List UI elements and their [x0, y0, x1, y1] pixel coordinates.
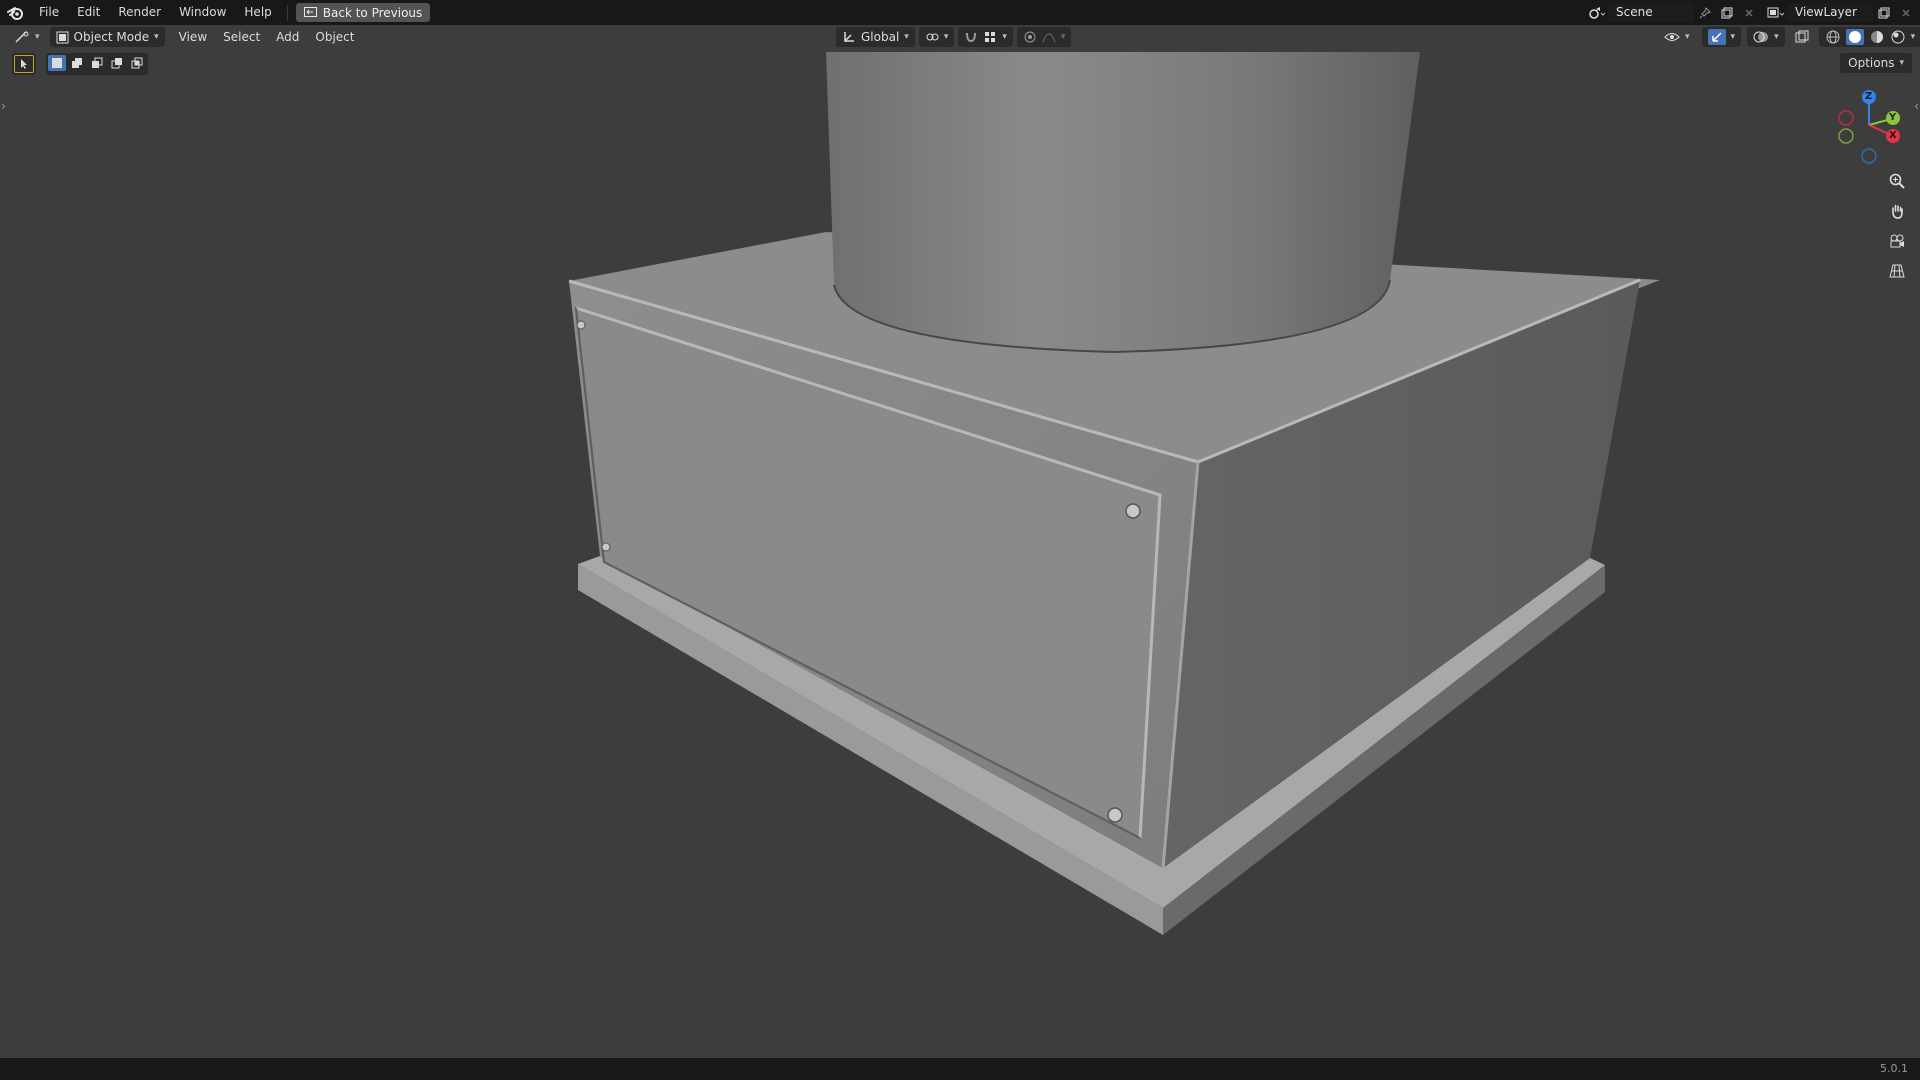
orientation-label: Global [861, 30, 900, 44]
gizmo-label-x: X [1889, 130, 1897, 141]
material-preview-icon[interactable] [1869, 29, 1885, 45]
rivet [601, 542, 611, 552]
tool-settings-row [12, 53, 148, 75]
menu-object[interactable]: Object [307, 27, 362, 47]
select-subtract-icon[interactable] [88, 55, 106, 71]
options-label: Options [1848, 56, 1895, 70]
xray-toggle-icon[interactable] [1791, 28, 1813, 47]
sidebar-expand-icon[interactable]: ‹ [1914, 99, 1919, 113]
mode-dropdown[interactable]: Object Mode ▾ [49, 27, 165, 47]
chevron-down-icon: ▾ [35, 32, 40, 42]
delete-scene-icon[interactable] [1738, 3, 1760, 22]
view-layer-selector: ViewLayer [1765, 2, 1917, 23]
pivot-icon [926, 33, 939, 41]
mode-label: Object Mode [73, 30, 150, 44]
top-menu-bar: File Edit Render Window Help Back to Pre… [0, 0, 1920, 25]
select-extend-icon[interactable] [68, 55, 86, 71]
delete-view-layer-icon[interactable] [1895, 3, 1917, 22]
menu-view[interactable]: View [171, 27, 215, 47]
scene-selector: Scene [1586, 2, 1760, 23]
editor-type-icon [15, 31, 29, 43]
separator [286, 4, 288, 21]
chevron-down-icon[interactable]: ▾ [1911, 32, 1916, 42]
back-to-previous-button[interactable]: Back to Previous [295, 3, 431, 22]
back-to-previous-label: Back to Previous [322, 5, 423, 20]
pin-icon[interactable] [1694, 3, 1716, 22]
select-new-icon[interactable] [48, 55, 66, 71]
version-label: 5.0.1 [1880, 1062, 1908, 1075]
menu-window[interactable]: Window [170, 0, 235, 25]
active-tool-box [12, 53, 36, 75]
visibility-dropdown[interactable]: ▾ [1658, 27, 1696, 47]
new-scene-icon[interactable] [1716, 3, 1738, 22]
menu-file[interactable]: File [30, 0, 68, 25]
solid-shading-icon[interactable] [1845, 29, 1864, 45]
transform-orientation-icon [844, 32, 854, 42]
chevron-down-icon: ▾ [154, 32, 159, 42]
proportional-editing-icon[interactable] [1023, 30, 1037, 44]
menu-render[interactable]: Render [109, 0, 170, 25]
new-view-layer-icon[interactable] [1873, 3, 1895, 22]
scene-name-field[interactable]: Scene [1608, 3, 1694, 22]
pivot-dropdown[interactable]: ▾ [918, 27, 955, 47]
perspective-toggle-icon[interactable] [1884, 258, 1910, 284]
chevron-down-icon: ▾ [1685, 32, 1690, 42]
blender-logo-icon[interactable] [0, 0, 30, 25]
snap-icon[interactable] [964, 30, 978, 44]
select-intersect-icon[interactable] [128, 55, 146, 71]
menu-help[interactable]: Help [235, 0, 280, 25]
wireframe-shading-icon[interactable] [1825, 29, 1841, 45]
select-invert-icon[interactable] [108, 55, 126, 71]
rivet [576, 320, 586, 330]
camera-view-icon[interactable] [1884, 228, 1910, 254]
chevron-down-icon: ▾ [904, 32, 909, 42]
status-bar: 5.0.1 [0, 1058, 1920, 1080]
viewport-3d[interactable] [0, 0, 1920, 1080]
view-layer-name-field[interactable]: ViewLayer [1787, 3, 1873, 22]
gizmo-toggle-group: ▾ [1701, 27, 1742, 47]
orientation-dropdown[interactable]: Global ▾ [836, 27, 915, 47]
chevron-down-icon[interactable]: ▾ [1002, 32, 1007, 42]
gizmo-label-z: Z [1865, 91, 1873, 102]
rendered-shading-icon[interactable] [1890, 29, 1906, 45]
snap-increment-icon[interactable] [983, 30, 997, 44]
shading-mode-group: ▾ [1818, 27, 1920, 47]
overlays-icon[interactable] [1753, 30, 1769, 44]
options-dropdown[interactable]: Options ▾ [1840, 53, 1912, 73]
transform-tools: Global ▾ ▾ ▾ ▾ [836, 27, 1072, 47]
select-tool-icon[interactable] [14, 55, 34, 73]
selection-mode-group [46, 53, 148, 75]
rivet [1125, 503, 1141, 519]
scene-browse-icon[interactable] [1586, 3, 1608, 22]
chevron-down-icon[interactable]: ▾ [1774, 32, 1779, 42]
zoom-icon[interactable] [1884, 168, 1910, 194]
editor-type-dropdown[interactable]: ▾ [8, 27, 46, 47]
object-mode-icon [56, 31, 69, 43]
menu-select[interactable]: Select [215, 27, 268, 47]
falloff-curve-icon[interactable] [1042, 30, 1056, 44]
viewport-header: ▾ Object Mode ▾ View Select Add Object G… [0, 25, 1920, 49]
toolbar-expand-icon[interactable]: › [1, 99, 6, 113]
selectability-icon [1664, 33, 1680, 41]
proportional-editing-group: ▾ [1016, 27, 1072, 47]
chevron-down-icon[interactable]: ▾ [1731, 32, 1736, 42]
overlay-toggle-group: ▾ [1747, 27, 1785, 47]
display-controls: ▾ ▾ ▾ ▾ [1658, 27, 1920, 47]
menu-edit[interactable]: Edit [68, 0, 109, 25]
chevron-down-icon: ▾ [943, 32, 949, 42]
rivet [1107, 807, 1123, 823]
snap-group: ▾ [958, 27, 1013, 47]
cylinder [826, 52, 1420, 354]
pan-hand-icon[interactable] [1884, 198, 1910, 224]
chevron-down-icon: ▾ [1899, 58, 1904, 68]
screen-icon [303, 7, 317, 17]
view-layer-browse-icon[interactable] [1765, 3, 1787, 22]
show-gizmo-icon[interactable] [1707, 29, 1726, 45]
chevron-down-icon[interactable]: ▾ [1061, 32, 1066, 42]
gizmo-label-y: Y [1889, 112, 1897, 123]
menu-add[interactable]: Add [268, 27, 307, 47]
